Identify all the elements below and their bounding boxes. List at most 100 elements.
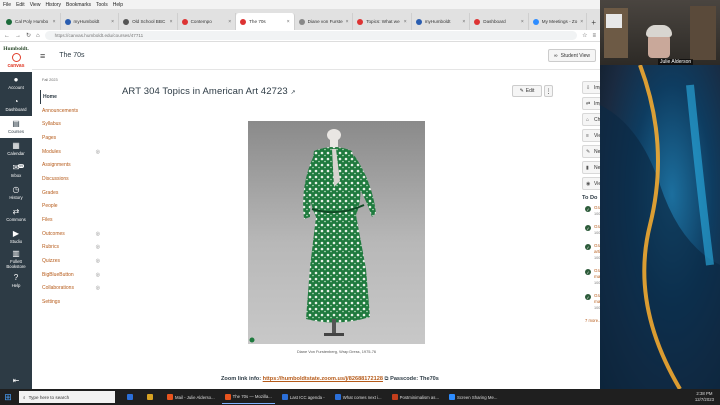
account-icon: ●: [13, 75, 19, 85]
global-nav-label: Account: [8, 85, 24, 91]
taskbar-app[interactable]: Mail - Julie Alderso...: [164, 390, 218, 404]
more-options-button[interactable]: ⋮: [544, 85, 553, 97]
reload-icon[interactable]: ↻: [26, 32, 31, 39]
taskbar-app[interactable]: What comes next i...: [332, 390, 385, 404]
global-nav-history[interactable]: ◷ History: [0, 182, 32, 204]
close-tab-icon[interactable]: ×: [404, 19, 407, 25]
tab-favicon-icon: [474, 18, 481, 25]
menu-tools[interactable]: Tools: [96, 2, 108, 8]
menu-view[interactable]: View: [30, 2, 41, 8]
global-nav-studio[interactable]: ▶ Studio: [0, 226, 32, 248]
browser-tab[interactable]: myHumboldt ×: [412, 13, 471, 30]
pencil-icon: ✎: [519, 88, 524, 94]
course-nav-grades[interactable]: Grades: [40, 186, 104, 200]
global-nav-courses[interactable]: ▤ Courses: [0, 116, 32, 138]
menu-bookmarks[interactable]: Bookmarks: [66, 2, 91, 8]
taskbar-app[interactable]: Postminimalism as...: [389, 390, 442, 404]
taskbar-search[interactable]: ⌕ Type here to search: [19, 391, 115, 403]
browser-tab[interactable]: Diane von Furste ×: [295, 13, 354, 30]
course-nav-label: Grades: [42, 189, 59, 196]
menu-edit[interactable]: Edit: [16, 2, 25, 8]
new-tab-icon[interactable]: +: [587, 18, 600, 30]
taskbar-app[interactable]: The 70s — Mozilla...: [221, 390, 275, 404]
browser-tab[interactable]: Cal Poly Humbo ×: [2, 13, 61, 30]
humboldt-canvas-logo[interactable]: Humboldt. canvas: [0, 42, 32, 72]
browser-tab[interactable]: myHumboldt ×: [61, 13, 120, 30]
global-nav-help[interactable]: ? Help: [0, 270, 32, 292]
course-nav-collaborations[interactable]: Collaborations ◎: [40, 282, 104, 296]
taskbar-app-label: Postminimalism as...: [399, 394, 440, 400]
course-nav-outcomes[interactable]: Outcomes ◎: [40, 227, 104, 241]
course-nav-settings[interactable]: Settings: [40, 295, 104, 309]
close-tab-icon[interactable]: ×: [580, 19, 583, 25]
global-nav-dashboard[interactable]: ◔ Dashboard: [0, 94, 32, 116]
course-nav-quizzes[interactable]: Quizzes ◎: [40, 254, 104, 268]
close-tab-icon[interactable]: ×: [521, 19, 524, 25]
collapse-nav-icon[interactable]: ⇤: [0, 376, 32, 385]
tab-label: myHumboldt: [424, 19, 451, 24]
tab-favicon-icon: [6, 18, 12, 25]
close-tab-icon[interactable]: ×: [287, 19, 290, 25]
close-tab-icon[interactable]: ×: [111, 19, 114, 25]
course-nav-bigbluebutton[interactable]: BigBlueButton ◎: [40, 268, 104, 282]
breadcrumb-course-name[interactable]: The 70s: [59, 52, 84, 59]
menu-file[interactable]: File: [3, 2, 11, 8]
taskbar-app[interactable]: [124, 390, 140, 404]
bookmark-star-icon[interactable]: ☆: [582, 32, 587, 39]
global-nav-label: Commons: [6, 217, 26, 223]
course-nav-announcements[interactable]: Announcements: [40, 104, 104, 118]
close-tab-icon[interactable]: ×: [170, 19, 173, 25]
close-tab-icon[interactable]: ×: [53, 19, 56, 25]
close-tab-icon[interactable]: ×: [346, 19, 349, 25]
taskbar-app[interactable]: Last ICC agenda -: [279, 390, 328, 404]
course-nav-discussions[interactable]: Discussions: [40, 172, 104, 186]
taskbar-app[interactable]: Screen Sharing Me...: [446, 390, 500, 404]
browser-tab[interactable]: Old School BBC ×: [119, 13, 178, 30]
course-nav-pages[interactable]: Pages: [40, 131, 104, 145]
menu-help[interactable]: Help: [113, 2, 123, 8]
browser-tab[interactable]: Contempo ×: [178, 13, 237, 30]
help-icon: ?: [13, 273, 19, 283]
browser-tab[interactable]: The 70s ×: [236, 13, 295, 30]
course-nav-people[interactable]: People: [40, 200, 104, 214]
home-icon[interactable]: ⌂: [36, 33, 40, 39]
browser-tab[interactable]: Dashboard ×: [470, 13, 529, 30]
system-clock[interactable]: 2:38 PM 12/7/2023: [695, 391, 714, 402]
tab-label: The 70s: [249, 19, 266, 24]
app-icon: [224, 393, 231, 400]
back-icon[interactable]: ←: [4, 33, 10, 39]
global-nav-account[interactable]: ● Account: [0, 72, 32, 94]
tab-favicon-icon: [181, 18, 188, 25]
global-nav-calendar[interactable]: ▦ Calendar: [0, 138, 32, 160]
global-nav-commons[interactable]: ⇄ Commons: [0, 204, 32, 226]
assignment-icon: ✓: [585, 244, 591, 250]
forward-icon[interactable]: →: [15, 33, 21, 39]
tab-favicon-icon: [415, 18, 422, 25]
close-tab-icon[interactable]: ×: [228, 19, 231, 25]
url-field[interactable]: https://canvas.humboldt.edu/courses/4771…: [44, 31, 578, 40]
hamburger-menu-icon[interactable]: ≡: [40, 51, 45, 61]
analytics-icon: ▮: [586, 164, 589, 171]
student-view-button[interactable]: ∞ Student View: [548, 49, 596, 62]
zoom-link[interactable]: https://humboldtstate.zoom.us/j/82688172…: [263, 376, 383, 382]
course-nav-files[interactable]: Files: [40, 213, 104, 227]
close-tab-icon[interactable]: ×: [462, 19, 465, 25]
browser-tab[interactable]: My Meetings - Zo ×: [529, 13, 588, 30]
browser-tab-strip: Cal Poly Humbo × myHumboldt × Old School BBC…: [0, 9, 600, 30]
course-nav-assignments[interactable]: Assignments: [40, 158, 104, 172]
browser-menu-icon[interactable]: ≡: [592, 33, 600, 39]
edit-label: Edit: [525, 88, 535, 94]
windows-start-icon[interactable]: ⊞: [0, 389, 16, 405]
course-nav-modules[interactable]: Modules ◎: [40, 145, 104, 159]
global-nav-follett-bookstore[interactable]: ▥ Follett Bookstore: [0, 248, 32, 270]
course-nav-home[interactable]: Home: [40, 90, 104, 104]
browser-tab[interactable]: Topics: What we ×: [353, 13, 412, 30]
taskbar-app[interactable]: [144, 390, 160, 404]
assignment-icon: ✓: [585, 206, 591, 212]
course-nav-rubrics[interactable]: Rubrics ◎: [40, 241, 104, 255]
course-nav-syllabus[interactable]: Syllabus: [40, 117, 104, 131]
global-nav-inbox[interactable]: ✉ 99 Inbox: [0, 160, 32, 182]
global-nav-label: Help: [11, 283, 21, 289]
menu-history[interactable]: History: [45, 2, 61, 8]
edit-button[interactable]: ✎ Edit: [512, 85, 542, 97]
